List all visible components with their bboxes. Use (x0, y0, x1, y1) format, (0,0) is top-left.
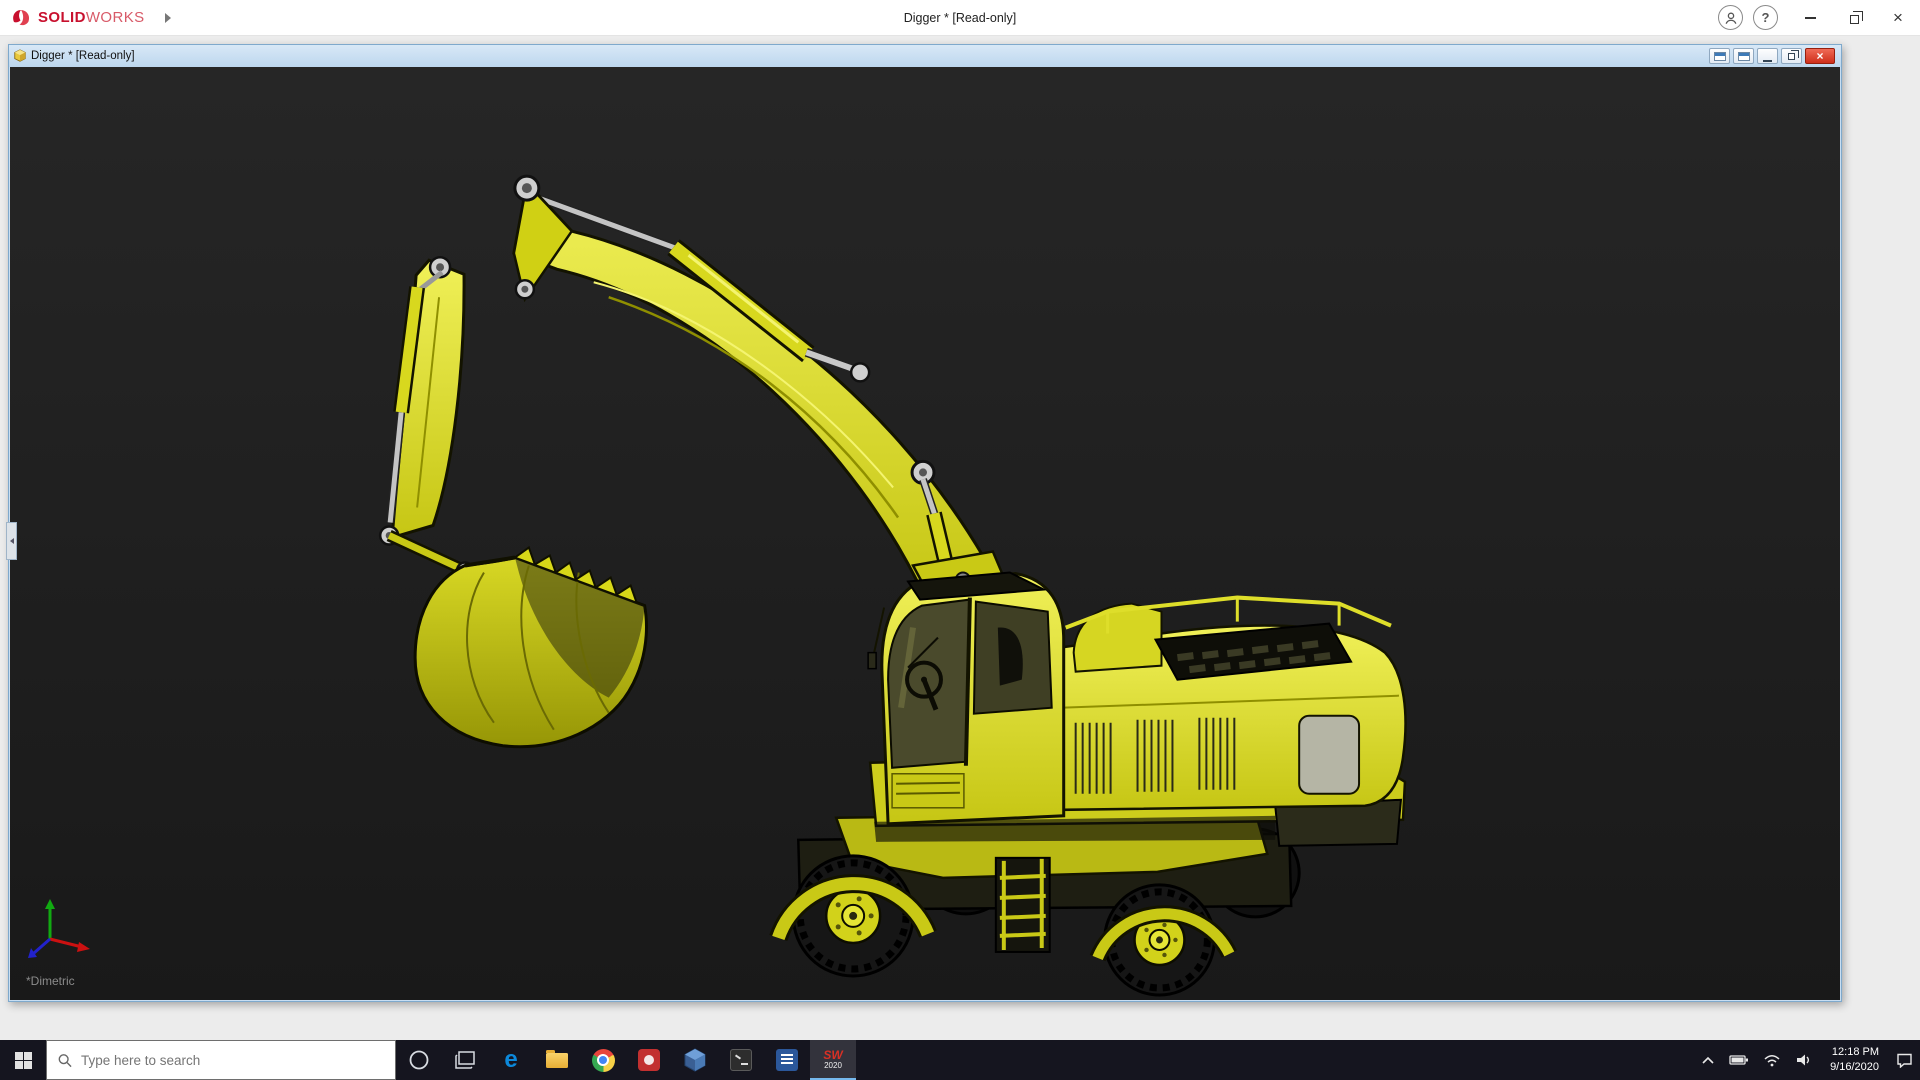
app-title: Digger * [Read-only] (0, 0, 1920, 36)
menu-expand-arrow-icon[interactable] (165, 13, 171, 23)
brand-solid: SOLID (38, 9, 86, 26)
tiled-window-icon (1738, 52, 1750, 61)
edge-icon: e (504, 1048, 517, 1072)
document-window: Digger * [Read-only] × (8, 44, 1842, 1002)
minimize-icon (1805, 17, 1816, 19)
file-explorer-icon (546, 1053, 568, 1068)
taskbar-app-edge[interactable]: e (488, 1040, 534, 1080)
doc-close-icon: × (1816, 49, 1823, 63)
volume-indicator[interactable] (1788, 1040, 1820, 1080)
network-indicator[interactable] (1756, 1040, 1788, 1080)
user-account-button[interactable] (1718, 5, 1743, 30)
orientation-triad (24, 891, 94, 966)
doc-restore-button[interactable] (1781, 48, 1802, 64)
dassault-systemes-logo-icon (10, 7, 32, 29)
action-center-icon (1896, 1053, 1913, 1068)
part-document-icon (13, 49, 27, 63)
doc-tile-button-2[interactable] (1733, 48, 1754, 64)
terminal-app-icon (730, 1049, 752, 1071)
view-orientation-label: *Dimetric (26, 974, 75, 988)
user-icon (1724, 11, 1738, 25)
taskbar-clock[interactable]: 12:18 PM 9/16/2020 (1820, 1045, 1889, 1075)
document-window-controls: × (1709, 48, 1837, 64)
taskbar-app-red[interactable] (626, 1040, 672, 1080)
taskbar-app-document[interactable] (764, 1040, 810, 1080)
doc-close-button[interactable]: × (1805, 48, 1835, 64)
task-view-icon (455, 1051, 475, 1069)
clock-date: 9/16/2020 (1830, 1060, 1879, 1075)
stick-arm[interactable] (380, 257, 473, 578)
taskbar-search[interactable] (46, 1040, 396, 1080)
doc-restore-icon (1788, 53, 1795, 60)
close-icon: × (1893, 9, 1903, 26)
cortana-button[interactable] (396, 1040, 442, 1080)
app-titlebar: SOLIDWORKS Digger * [Read-only] ? × (0, 0, 1920, 36)
red-app-icon (638, 1049, 660, 1071)
battery-indicator[interactable] (1722, 1040, 1756, 1080)
engine-housing[interactable] (1060, 598, 1406, 810)
battery-icon (1729, 1054, 1749, 1066)
excavator-3d-model[interactable] (10, 67, 1840, 1000)
document-titlebar[interactable]: Digger * [Read-only] × (9, 45, 1841, 67)
brand-works: WORKS (86, 9, 145, 26)
doc-minimize-button[interactable] (1757, 48, 1778, 64)
windows-logo-icon (15, 1052, 32, 1069)
close-button[interactable]: × (1876, 0, 1920, 36)
tiled-window-icon (1714, 52, 1726, 61)
taskbar-app-cube[interactable] (672, 1040, 718, 1080)
action-center-button[interactable] (1889, 1040, 1920, 1080)
cab[interactable] (868, 573, 1064, 824)
z-axis-arrow (34, 939, 50, 953)
system-tray: 12:18 PM 9/16/2020 (1694, 1040, 1920, 1080)
taskbar-app-file-explorer[interactable] (534, 1040, 580, 1080)
wifi-icon (1763, 1054, 1781, 1067)
document-title: Digger * [Read-only] (31, 50, 135, 62)
solidworks-brand: SOLIDWORKS (0, 7, 171, 29)
document-app-icon (776, 1049, 798, 1071)
graphics-viewport[interactable]: *Dimetric (10, 67, 1840, 1000)
search-icon (58, 1053, 72, 1068)
volume-icon (1795, 1053, 1813, 1067)
featuremanager-collapsed-tab[interactable] (6, 522, 17, 560)
bucket[interactable] (415, 548, 646, 747)
windows-taskbar: e SW 2020 (0, 1040, 1920, 1080)
doc-minimize-icon (1763, 60, 1772, 62)
restore-button[interactable] (1832, 0, 1876, 36)
wheel-rear-left[interactable] (1105, 885, 1215, 995)
cube-app-icon (684, 1048, 706, 1072)
start-button[interactable] (0, 1040, 46, 1080)
minimize-button[interactable] (1788, 0, 1832, 36)
sw-year: 2020 (824, 1062, 842, 1070)
app-window-controls: ? × (1718, 0, 1920, 36)
wheel-front-left[interactable] (793, 856, 913, 976)
boom-arm[interactable] (514, 176, 984, 597)
chrome-icon (592, 1049, 615, 1072)
x-axis-arrow (50, 939, 82, 947)
restore-icon (1850, 15, 1859, 24)
help-button[interactable]: ? (1753, 5, 1778, 30)
task-view-button[interactable] (442, 1040, 488, 1080)
search-input[interactable] (81, 1053, 384, 1068)
doc-tile-button-1[interactable] (1709, 48, 1730, 64)
tray-expand-button[interactable] (1694, 1040, 1722, 1080)
solidworks-application: SOLIDWORKS Digger * [Read-only] ? × (0, 0, 1920, 1080)
taskbar-app-solidworks[interactable]: SW 2020 (810, 1040, 856, 1080)
workspace: Digger * [Read-only] × (0, 36, 1920, 1040)
chevron-up-icon (1701, 1056, 1715, 1065)
taskbar-app-terminal[interactable] (718, 1040, 764, 1080)
solidworks-app-icon: SW 2020 (823, 1049, 842, 1070)
help-icon: ? (1762, 10, 1770, 25)
brand-text: SOLIDWORKS (38, 9, 145, 26)
cortana-icon (408, 1049, 430, 1071)
taskbar-app-chrome[interactable] (580, 1040, 626, 1080)
sw-letters: SW (823, 1049, 842, 1061)
clock-time: 12:18 PM (1830, 1045, 1879, 1060)
